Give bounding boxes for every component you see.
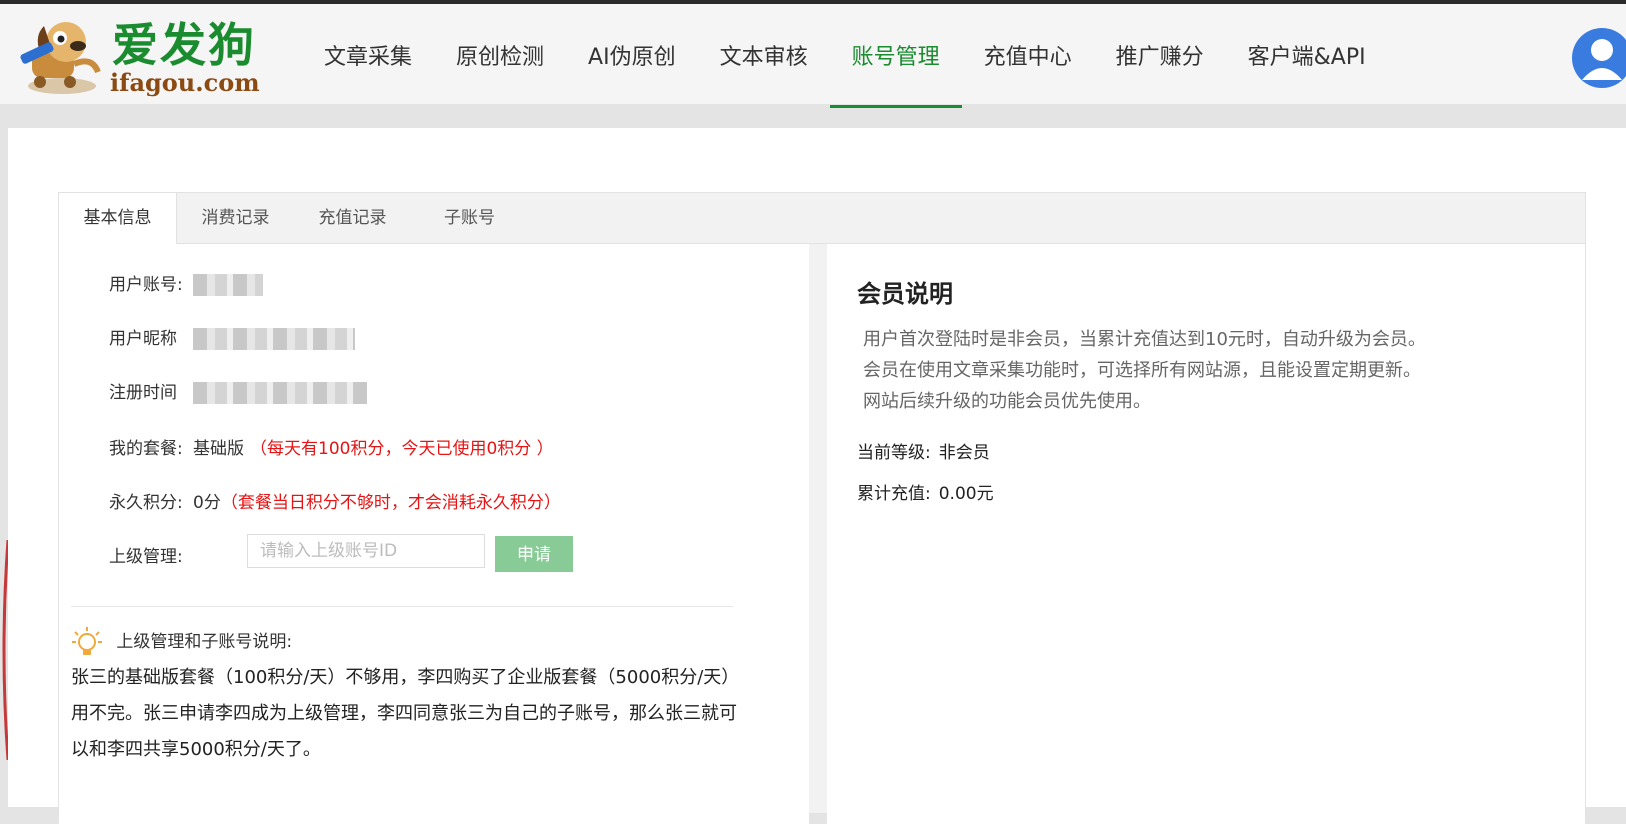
nickname-value-redacted	[193, 328, 355, 350]
nav-article-collect[interactable]: 文章采集	[302, 8, 434, 108]
account-card: 基本信息 消费记录 充值记录 子账号 用户账号: 用户昵称 注册时间 我的套餐:…	[58, 192, 1586, 824]
reg-time-row: 注册时间	[109, 378, 367, 404]
membership-title: 会员说明	[857, 280, 953, 308]
tip-text: 张三的基础版套餐（100积分/天）不够用，李四购买了企业版套餐（5000积分/天…	[71, 667, 737, 760]
membership-panel: 会员说明 用户首次登陆时是非会员，当累计充值达到10元时，自动升级为会员。 会员…	[827, 244, 1585, 824]
membership-desc-line: 用户首次登陆时是非会员，当累计充值达到10元时，自动升级为会员。	[863, 329, 1426, 350]
main-content: 基本信息 消费记录 充值记录 子账号 用户账号: 用户昵称 注册时间 我的套餐:…	[8, 128, 1626, 824]
nav-client-api[interactable]: 客户端&API	[1226, 8, 1388, 108]
superior-label: 上级管理:	[109, 547, 183, 567]
reg-time-value-redacted	[193, 382, 367, 404]
permanent-points-value: 0分	[193, 493, 221, 513]
total-recharge-row: 累计充值: 0.00元	[857, 479, 994, 504]
total-recharge-label: 累计充值:	[857, 484, 931, 504]
nav-recharge-center[interactable]: 充值中心	[962, 8, 1094, 108]
dog-mascot-icon	[20, 22, 101, 94]
account-row: 用户账号:	[109, 270, 263, 296]
logo-url: ifagou.com	[110, 68, 260, 97]
permanent-points-note: （套餐当日积分不够时，才会消耗永久积分）	[220, 493, 561, 513]
nav-originality-check[interactable]: 原创检测	[434, 8, 566, 108]
nav-account-management[interactable]: 账号管理	[829, 8, 962, 108]
nav-ai-rewrite[interactable]: AI伪原创	[566, 8, 698, 108]
section-divider	[71, 606, 733, 607]
plan-value: 基础版	[193, 439, 244, 459]
tab-basic-info[interactable]: 基本信息	[59, 193, 177, 244]
reg-time-label: 注册时间	[109, 383, 177, 403]
apply-button[interactable]: 申请	[495, 536, 573, 572]
superior-id-input[interactable]	[247, 534, 485, 568]
nav-promotion[interactable]: 推广赚分	[1094, 8, 1226, 108]
membership-desc-line: 会员在使用文章采集功能时，可选择所有网站源，且能设置定期更新。	[863, 360, 1421, 381]
tip-heading: 上级管理和子账号说明:	[71, 626, 292, 658]
permanent-points-row: 永久积分: 0分（套餐当日积分不够时，才会消耗永久积分）	[109, 488, 561, 513]
nickname-row: 用户昵称	[109, 324, 355, 350]
plan-label: 我的套餐:	[109, 439, 183, 459]
tab-sub-accounts[interactable]: 子账号	[411, 193, 528, 243]
plan-note: （每天有100积分，今天已使用0积分 ）	[250, 439, 554, 459]
account-value-redacted	[193, 274, 263, 296]
account-tabs: 基本信息 消费记录 充值记录 子账号	[59, 193, 1585, 244]
main-nav: 文章采集 原创检测 AI伪原创 文本审核 账号管理 充值中心 推广赚分 客户端&…	[302, 8, 1388, 108]
lightbulb-icon	[72, 627, 102, 655]
permanent-points-label: 永久积分:	[109, 493, 183, 513]
current-level-label: 当前等级:	[857, 443, 931, 463]
site-header: 爱发狗 ifagou.com 文章采集 原创检测 AI伪原创 文本审核 账号管理…	[0, 4, 1626, 108]
nav-text-review[interactable]: 文本审核	[698, 8, 830, 108]
tab-recharge-records[interactable]: 充值记录	[294, 193, 411, 243]
current-level-row: 当前等级: 非会员	[857, 438, 990, 463]
logo-title: 爱发狗	[112, 18, 256, 72]
nickname-label: 用户昵称	[109, 329, 177, 349]
tab-consumption-records[interactable]: 消费记录	[177, 193, 294, 243]
total-recharge-value: 0.00元	[938, 484, 994, 504]
membership-description: 用户首次登陆时是非会员，当累计充值达到10元时，自动升级为会员。 会员在使用文章…	[863, 324, 1503, 417]
site-logo[interactable]: 爱发狗 ifagou.com	[14, 14, 260, 97]
basic-info-panel: 用户账号: 用户昵称 注册时间 我的套餐: 基础版 （每天有100积分，今天已使用0…	[59, 244, 809, 824]
account-label: 用户账号:	[109, 275, 183, 295]
membership-desc-line: 网站后续升级的功能会员优先使用。	[863, 391, 1151, 412]
tip-title: 上级管理和子账号说明:	[116, 632, 293, 652]
user-icon	[1582, 39, 1622, 80]
user-avatar[interactable]	[1572, 28, 1626, 88]
superior-row: 上级管理: 申请	[109, 534, 669, 572]
edge-decoration	[2, 540, 8, 760]
current-level-value: 非会员	[938, 443, 990, 463]
plan-row: 我的套餐: 基础版 （每天有100积分，今天已使用0积分 ）	[109, 434, 554, 459]
